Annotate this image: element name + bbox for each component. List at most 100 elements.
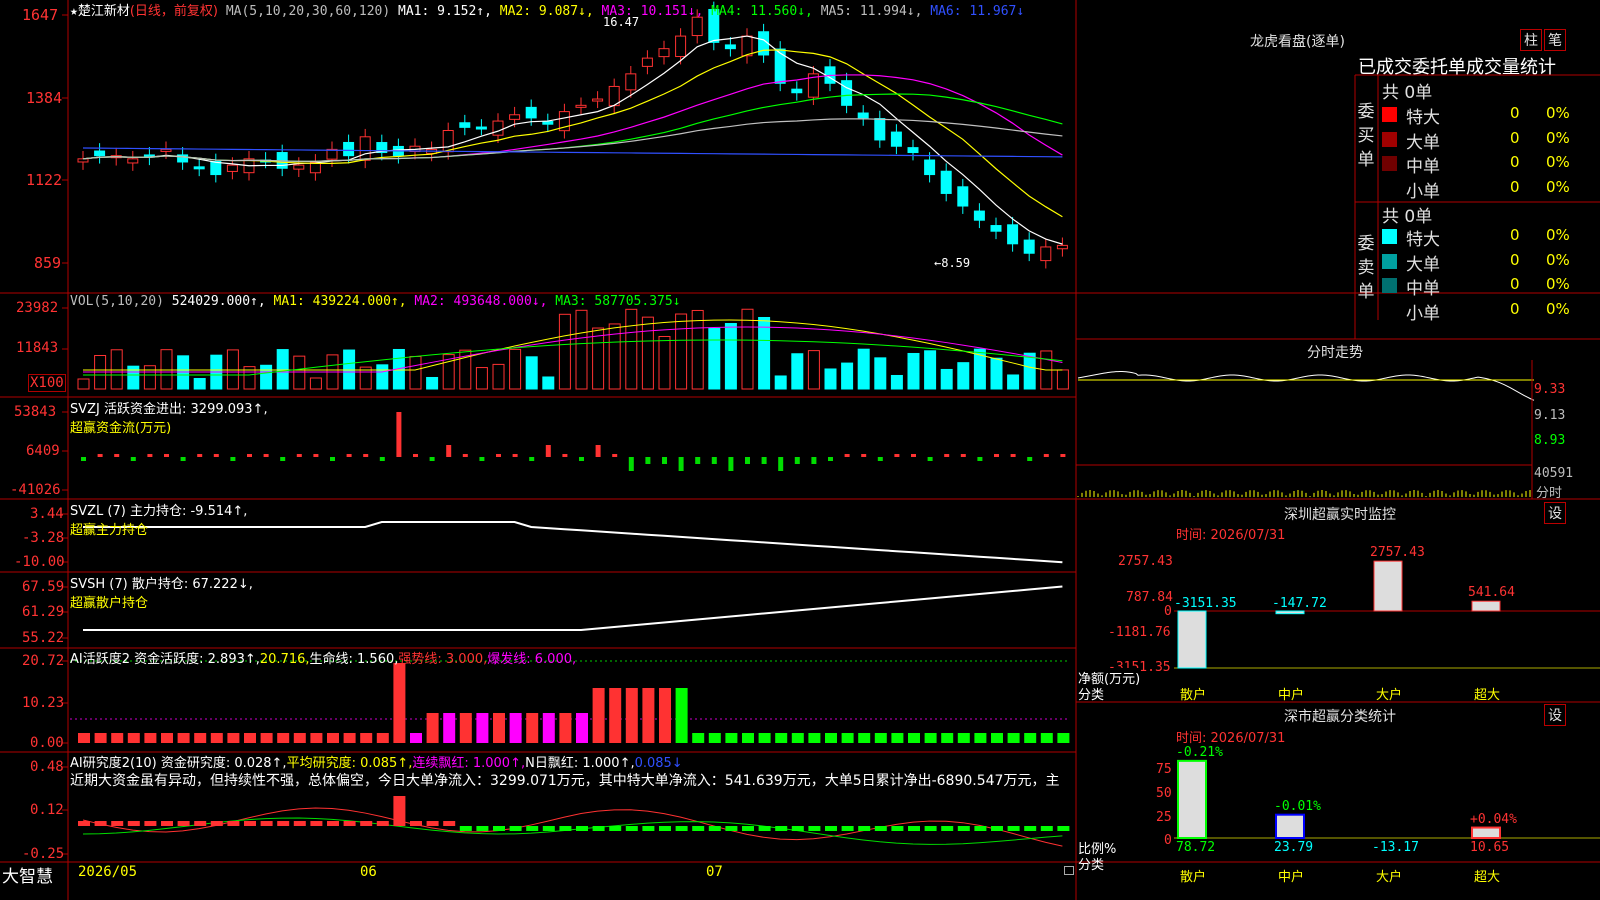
volume-bar <box>990 357 1003 390</box>
stock-name: 楚江新材 <box>77 4 130 19</box>
volume-bar <box>957 362 970 390</box>
flow-bar <box>828 457 833 461</box>
ai-research-y-tick: 0.48 <box>30 759 64 775</box>
activity-bar <box>509 713 522 743</box>
volume-bar <box>890 374 903 390</box>
tick-mode-button[interactable]: 笔 <box>1544 29 1566 51</box>
volume-bar <box>841 362 854 390</box>
buy-row: 特大 0 0% <box>1380 103 1600 128</box>
flow-bar <box>994 454 999 457</box>
classify-axis-label2: 分类 <box>1078 858 1105 873</box>
volume-bar <box>193 377 206 390</box>
sell-row-pct: 0% <box>1546 226 1570 244</box>
activity-bar <box>841 733 854 743</box>
activity-bar <box>692 733 705 743</box>
classify-settings-button[interactable]: 设 <box>1544 704 1566 726</box>
flow-bar <box>662 457 667 464</box>
activity-bar <box>1024 733 1037 743</box>
candle-body <box>924 159 936 176</box>
sell-row: 大单 0 0% <box>1380 250 1600 275</box>
research-bar <box>642 826 655 831</box>
vol-header: VOL(5,10,20) 524029.000↑, MA1: 439224.00… <box>70 294 681 309</box>
vol-label: VOL(5,10,20) <box>70 294 164 309</box>
flow-bar <box>263 454 269 457</box>
flow-bar <box>595 445 601 457</box>
flow-bar <box>479 457 485 461</box>
research-bar <box>874 826 887 831</box>
research-bar <box>692 826 705 831</box>
flow-bar <box>761 457 767 464</box>
candle-body <box>957 186 969 207</box>
ai-research-lianxu: 连续飘红: 1.000↑, <box>412 756 526 771</box>
classify-y-tick: 25 <box>1156 810 1172 825</box>
buy-row-pct: 0% <box>1546 128 1570 147</box>
volume-bar <box>724 323 737 390</box>
activity-bar <box>808 733 821 743</box>
vol-ma2: MA2: 493648.000↓, <box>414 294 548 309</box>
classify-bar-value: 10.65 <box>1470 840 1510 855</box>
flow-bar <box>1010 454 1016 457</box>
research-bar <box>974 826 987 831</box>
volume-bar <box>641 316 654 390</box>
activity-bar <box>493 713 505 743</box>
ma4-value: MA4: 11.560↓, <box>711 4 813 19</box>
sell-row-pct: 0% <box>1546 299 1570 318</box>
candle-body <box>658 48 670 58</box>
research-bar <box>841 826 854 831</box>
flow-bar <box>778 457 784 471</box>
intraday-y-tick: 9.33 <box>1534 382 1566 397</box>
activity-bar <box>144 733 157 743</box>
activity-bar <box>825 733 837 743</box>
sell-row-name: 小单 <box>1406 303 1440 324</box>
svsh-y-tick: 61.29 <box>22 604 65 620</box>
svzl-header: SVZL (7) 主力持仓: -9.514↑, 超赢主力持仓 <box>70 500 247 538</box>
sell-row-pct: 0% <box>1546 250 1570 269</box>
favorite-star-icon[interactable]: ★ <box>70 4 78 19</box>
candle-body <box>641 57 653 67</box>
research-bar <box>210 821 223 826</box>
research-bar <box>725 826 738 831</box>
research-bar <box>542 826 555 831</box>
svzj-label: SVZJ 活跃资金进出: 3299.093↑, <box>70 402 268 417</box>
volume-bar <box>691 309 704 390</box>
sell-row-name: 中单 <box>1406 279 1440 299</box>
ma-line <box>82 49 1063 218</box>
candle-body <box>857 112 869 119</box>
candle-body <box>1023 239 1035 254</box>
period-label[interactable]: (日线，前复权) <box>130 4 218 19</box>
candle-body <box>791 88 803 94</box>
research-bar <box>260 821 273 826</box>
activity-bar <box>459 713 472 743</box>
research-bar <box>459 826 472 831</box>
flow-bar <box>977 457 983 461</box>
classify-category: 散户 <box>1180 870 1207 885</box>
research-bar <box>194 821 207 826</box>
flow-bar <box>313 454 319 457</box>
research-bar <box>493 826 505 831</box>
activity-bar <box>791 733 804 743</box>
candle-body <box>160 148 172 152</box>
flow-bar <box>877 457 883 461</box>
candle-body <box>691 16 703 37</box>
bar-mode-button[interactable]: 柱 <box>1520 29 1542 51</box>
flow-bar <box>894 454 900 457</box>
buy-side-label: 委买单 <box>1357 102 1375 170</box>
research-bar <box>443 821 456 826</box>
sell-row-name: 大单 <box>1406 254 1440 275</box>
svzj-sub: 超赢资金流(万元) <box>70 421 172 436</box>
candle-body <box>226 164 238 172</box>
monitor-settings-button[interactable]: 设 <box>1544 502 1566 524</box>
volume-bar <box>592 327 605 390</box>
activity-bar <box>1040 733 1053 743</box>
lock-icon[interactable] <box>1064 866 1074 875</box>
research-bar <box>791 826 804 831</box>
buy-row: 中单 0 0% <box>1380 152 1600 177</box>
activity-bar <box>244 733 256 743</box>
activity-bar <box>908 733 920 743</box>
buy-row-value: 0 <box>1510 104 1520 122</box>
activity-bar <box>659 688 671 743</box>
activity-bar <box>957 733 970 743</box>
flow-bar <box>230 457 236 461</box>
vol-ma1: MA1: 439224.000↑, <box>273 294 407 309</box>
kline-y-tick: 1647 <box>22 6 59 24</box>
